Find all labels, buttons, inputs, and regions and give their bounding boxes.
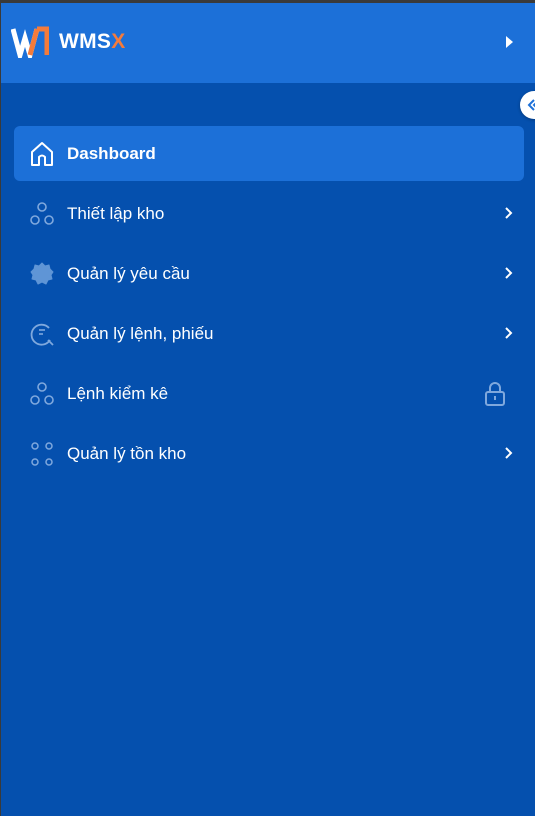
dots-cluster-icon [28, 200, 56, 228]
sidebar-item-request-management[interactable]: Quản lý yêu cầu [14, 246, 524, 301]
sidebar-item-warehouse-setup[interactable]: Thiết lập kho [14, 186, 524, 241]
sidebar-item-label: Lệnh kiểm kê [67, 383, 169, 403]
sidebar-item-label: Dashboard [67, 143, 156, 163]
wmsx-logo-icon [11, 26, 49, 58]
sidebar-item-order-management[interactable]: Quản lý lệnh, phiếu [14, 306, 524, 361]
collapse-sidebar-button[interactable] [520, 91, 535, 119]
chevron-right-icon [505, 207, 513, 219]
home-icon [28, 140, 56, 168]
dots-grid-icon [28, 440, 56, 468]
sidebar-item-label: Quản lý yêu cầu [67, 263, 190, 283]
caret-right-icon[interactable] [506, 36, 513, 48]
app-name-accent: X [111, 30, 126, 53]
chevron-right-icon [505, 327, 513, 339]
sidebar-item-dashboard[interactable]: Dashboard [14, 126, 524, 181]
sidebar-item-label: Quản lý tồn kho [67, 443, 187, 463]
sidebar-item-label: Thiết lập kho [67, 203, 165, 223]
search-document-icon [28, 320, 56, 348]
chevron-right-icon [505, 267, 513, 279]
chevron-right-icon [505, 447, 513, 459]
app-name: WMSX [59, 30, 126, 54]
lock-icon [485, 382, 505, 406]
sidebar-menu: Dashboard Thiết lập kho Quản lý yêu cầu … [14, 126, 524, 486]
app-name-main: WMS [59, 30, 112, 53]
app-logo[interactable]: WMSX [11, 26, 126, 58]
sidebar-item-label: Quản lý lệnh, phiếu [67, 323, 214, 343]
sidebar-item-stocktake-order[interactable]: Lệnh kiểm kê [14, 366, 524, 421]
double-chevron-left-icon [527, 99, 535, 111]
sidebar-header: WMSX [1, 3, 535, 83]
badge-icon [28, 260, 56, 288]
sidebar-item-inventory-management[interactable]: Quản lý tồn kho [14, 426, 524, 481]
sidebar: WMSX Dashboard Thiết lập kho Quản lý yêu… [1, 3, 535, 816]
dots-cluster-icon [28, 380, 56, 408]
